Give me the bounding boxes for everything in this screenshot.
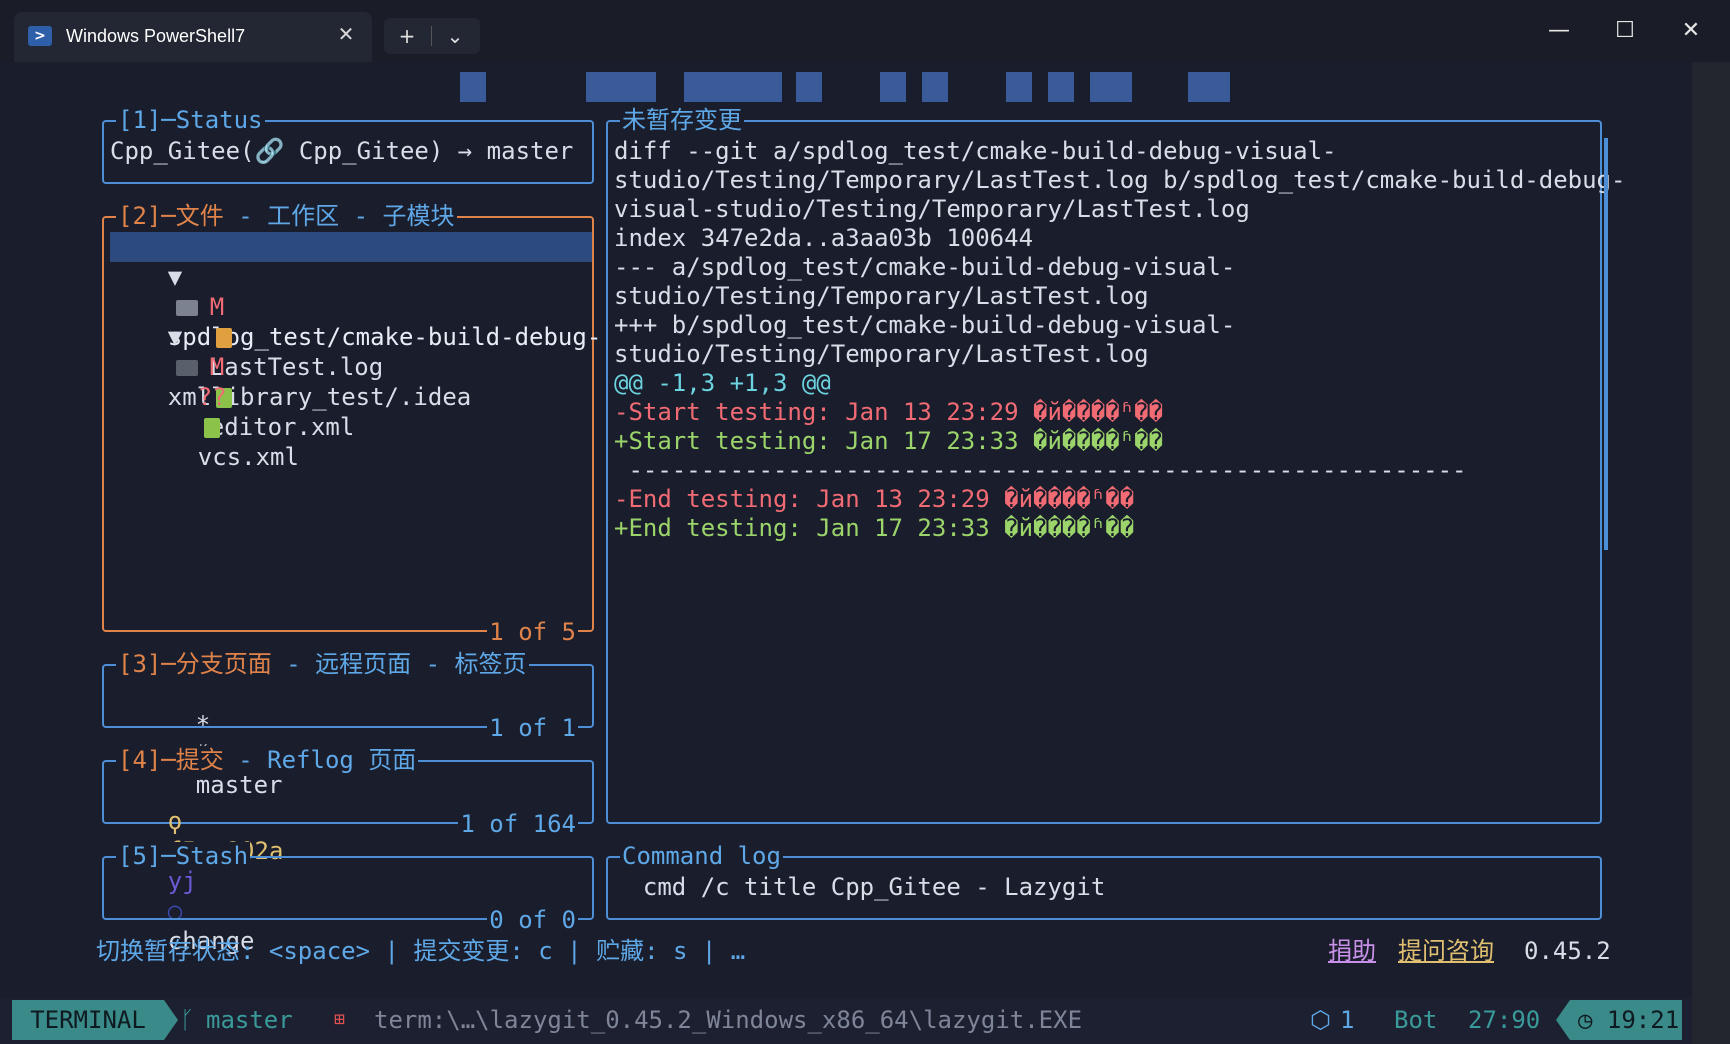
editor-status-bar: TERMINAL ᚴ master ⊞ term:\…\lazygit_0.45… <box>0 998 1692 1044</box>
stash-panel-title: [5]─Stash <box>116 842 251 870</box>
powerline-separator <box>164 1000 178 1040</box>
diff-scrollbar[interactable] <box>1604 138 1608 550</box>
render-artifact <box>1048 72 1074 102</box>
branches-tab[interactable]: [3]─分支页面 <box>118 650 272 678</box>
diff-line: studio/Testing/Temporary/LastTest.log b/… <box>614 166 1626 194</box>
branch-icon: ᚴ <box>180 1006 195 1034</box>
branches-panel[interactable]: [3]─分支页面 - 远程页面 - 标签页 * ᚴ master 1 of 1 <box>102 650 594 799</box>
render-artifact <box>1006 72 1032 102</box>
diff-line: -End testing: Jan 13 23:29 �й����ʱ�� <box>614 485 1135 513</box>
diff-panel-title: 未暂存变更 <box>620 106 744 134</box>
render-artifact <box>1090 72 1132 102</box>
terminal-path: term:\…\lazygit_0.45.2_Windows_x86_64\la… <box>374 1006 1083 1034</box>
commits-tab-rest[interactable]: - Reflog 页面 <box>224 746 416 774</box>
diff-line: +Start testing: Jan 17 23:33 �й����ʱ�� <box>614 427 1164 455</box>
status-panel-title: [1]─Status <box>116 106 265 134</box>
cursor-position: 27:90 <box>1468 1006 1541 1034</box>
version-label: 0.45.2 <box>1524 937 1611 965</box>
diff-line: diff --git a/spdlog_test/cmake-build-deb… <box>614 137 1337 165</box>
close-window-button[interactable]: ✕ <box>1658 14 1724 48</box>
clock: ◷ 19:21 <box>1570 1000 1682 1040</box>
title-bar: > Windows PowerShell7 ✕ + ⌄ — ☐ ✕ <box>0 0 1730 62</box>
close-tab-button[interactable]: ✕ <box>332 22 360 46</box>
commits-panel-title: [4]─提交 - Reflog 页面 <box>116 746 419 774</box>
terminal-tab[interactable]: > Windows PowerShell7 ✕ <box>14 12 372 62</box>
command-log-entry: cmd /c title Cpp_Gitee - Lazygit <box>614 873 1106 901</box>
keybinding-hints: 切换暂存状态: <space> | 提交变更: c | 贮藏: s | … <box>96 937 746 965</box>
current-branch-marker: * <box>195 711 211 739</box>
files-tab-rest[interactable]: - 工作区 - 子模块 <box>224 202 454 230</box>
files-panel[interactable]: [2]─文件 - 工作区 - 子模块 ▼ spdlog_test/cmake-b… <box>102 202 601 646</box>
new-tab-button[interactable]: + <box>384 18 430 54</box>
command-log-panel[interactable]: Command log cmd /c title Cpp_Gitee - Laz… <box>606 842 1602 920</box>
files-tab[interactable]: [2]─文件 <box>118 202 224 230</box>
ask-question-link[interactable]: 提问咨询 <box>1398 936 1494 966</box>
clock-icon: ◷ <box>1578 1006 1593 1034</box>
diff-line: +++ b/spdlog_test/cmake-build-debug-visu… <box>614 311 1236 339</box>
mode-indicator: TERMINAL <box>12 1000 164 1040</box>
branches-tab-rest[interactable]: - 远程页面 - 标签页 <box>272 650 526 678</box>
commit-node-icon: ϙ <box>167 807 183 835</box>
files-panel-count: 1 of 5 <box>487 618 578 646</box>
count-icon: ⬡ <box>1310 1006 1331 1034</box>
tab-title: Windows PowerShell7 <box>66 26 246 46</box>
diff-line: @@ -1,3 +1,3 @@ <box>614 369 831 397</box>
powerline-separator <box>1556 1000 1570 1040</box>
git-branch: master <box>206 1006 293 1034</box>
status-panel[interactable]: [1]─Status Cpp_Gitee(🔗 Cpp_Gitee) → mast… <box>102 106 594 184</box>
diff-line: -Start testing: Jan 13 23:29 �й����ʱ�� <box>614 398 1164 426</box>
xml-file-icon <box>203 418 220 438</box>
command-log-title: Command log <box>620 842 783 870</box>
commits-panel[interactable]: [4]─提交 - Reflog 页面 ϙ f5aa802a yj ○ chang… <box>102 746 594 955</box>
diff-line: studio/Testing/Temporary/LastTest.log <box>614 340 1149 368</box>
file-status: ?? <box>197 383 227 411</box>
diff-line: visual-studio/Testing/Temporary/LastTest… <box>614 195 1250 223</box>
branches-panel-count: 1 of 1 <box>487 714 578 742</box>
file-row[interactable]: ?? vcs.xml <box>140 352 299 502</box>
clock-time: 19:21 <box>1606 1006 1680 1034</box>
powershell-icon: > <box>28 26 52 46</box>
render-artifact <box>684 72 782 102</box>
files-panel-title: [2]─文件 - 工作区 - 子模块 <box>116 202 457 230</box>
render-artifact <box>796 72 822 102</box>
windows-icon: ⊞ <box>334 1009 345 1030</box>
diff-line: studio/Testing/Temporary/LastTest.log <box>614 282 1149 310</box>
render-artifact <box>586 72 656 102</box>
file-row-name: vcs.xml <box>197 443 299 471</box>
scroll-position: Bot <box>1394 1006 1438 1034</box>
tab-dropdown-button[interactable]: ⌄ <box>432 18 478 54</box>
background-editor-edge <box>1692 62 1730 1044</box>
diff-line: ----------------------------------------… <box>614 456 1467 484</box>
render-artifact <box>880 72 906 102</box>
repo-status: Cpp_Gitee(🔗 Cpp_Gitee) → master <box>110 137 574 165</box>
branches-panel-title: [3]─分支页面 - 远程页面 - 标签页 <box>116 650 529 678</box>
maximize-button[interactable]: ☐ <box>1592 14 1658 48</box>
diff-panel[interactable]: 未暂存变更 diff --git a/spdlog_test/cmake-bui… <box>606 106 1625 824</box>
diff-line: +End testing: Jan 17 23:33 �й����ʱ�� <box>614 514 1135 542</box>
buffer-count: 1 <box>1340 1006 1355 1034</box>
render-artifact <box>460 72 486 102</box>
stash-panel[interactable]: [5]─Stash 0 of 0 <box>102 842 594 934</box>
diff-line: index 347e2da..a3aa03b 100644 <box>614 224 1034 252</box>
commits-panel-count: 1 of 164 <box>458 810 578 838</box>
render-artifact <box>1188 72 1230 102</box>
stash-panel-count: 0 of 0 <box>487 906 578 934</box>
minimize-button[interactable]: — <box>1526 14 1592 48</box>
render-artifact <box>922 72 948 102</box>
tab-actions: + ⌄ <box>384 18 480 54</box>
commits-tab[interactable]: [4]─提交 <box>118 746 224 774</box>
diff-line: --- a/spdlog_test/cmake-build-debug-visu… <box>614 253 1236 281</box>
donate-link[interactable]: 捐助 <box>1328 936 1376 966</box>
